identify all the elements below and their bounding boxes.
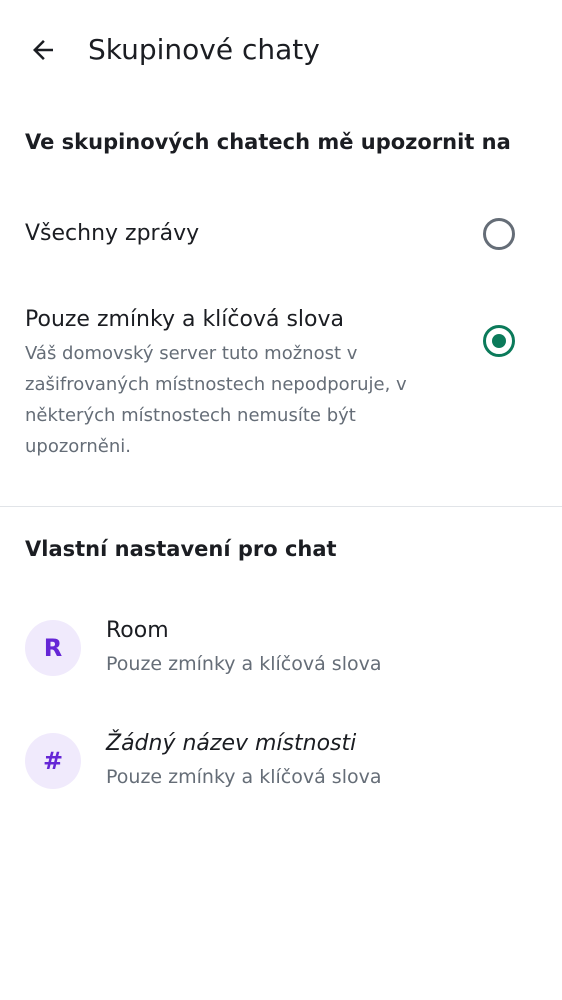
avatar: R (25, 620, 81, 676)
room-name: Room (106, 618, 169, 643)
notification-settings-screen: Skupinové chaty Ve skupinových chatech m… (0, 0, 562, 1000)
radio-mentions-keywords[interactable] (483, 325, 515, 357)
notify-section-heading: Ve skupinových chatech mě upozornit na (25, 130, 511, 154)
avatar: # (25, 733, 81, 789)
top-app-bar: Skupinové chaty (0, 0, 562, 100)
page-title: Skupinové chaty (88, 33, 320, 66)
room-setting: Pouze zmínky a klíčová slova (106, 766, 382, 788)
room-item[interactable]: # Žádný název místnosti Pouze zmínky a k… (0, 711, 562, 811)
arrow-left-icon (33, 40, 53, 60)
option-description: Váš domovský server tuto možnost v zašif… (25, 343, 407, 457)
back-button[interactable] (18, 26, 68, 74)
room-name: Žádný název místnosti (106, 731, 357, 756)
room-setting: Pouze zmínky a klíčová slova (106, 653, 382, 675)
option-all-messages[interactable]: Všechny zprávy (0, 200, 562, 270)
radio-all-messages[interactable] (483, 218, 515, 250)
option-label: Všechny zprávy (25, 221, 200, 246)
option-label: Pouze zmínky a klíčová slova (25, 307, 344, 332)
section-divider (0, 506, 562, 507)
room-item[interactable]: R Room Pouze zmínky a klíčová slova (0, 598, 562, 698)
custom-section-heading: Vlastní nastavení pro chat (25, 537, 337, 561)
option-mentions-keywords[interactable]: Pouze zmínky a klíčová slova Váš domovsk… (0, 290, 562, 470)
